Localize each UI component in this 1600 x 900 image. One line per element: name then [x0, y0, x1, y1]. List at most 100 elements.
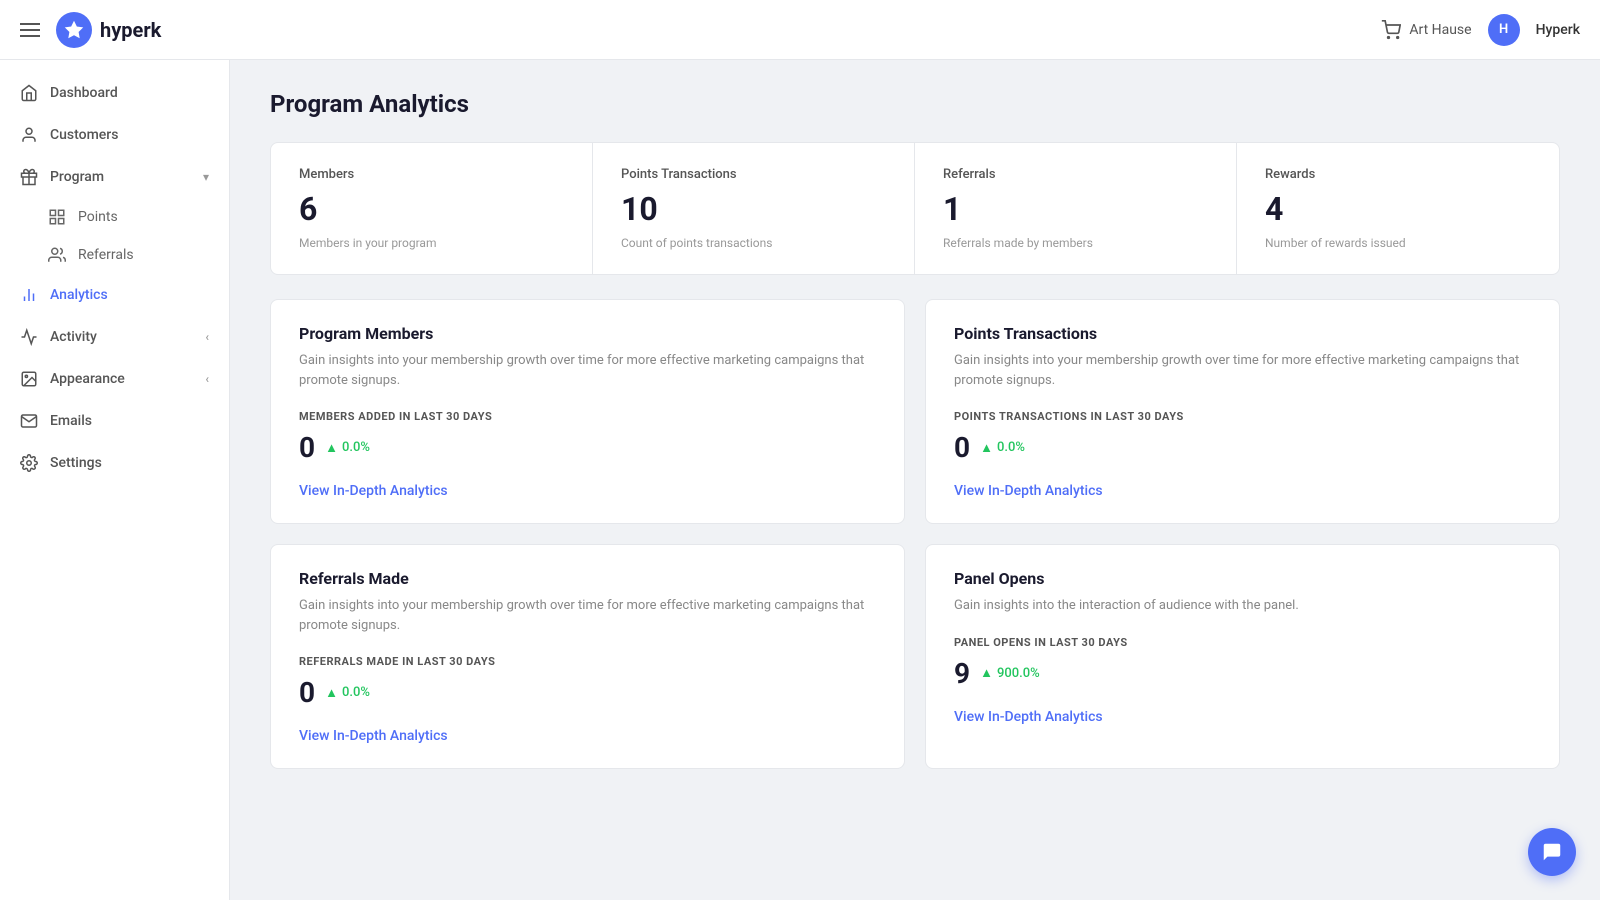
- sidebar-label-program: Program: [50, 169, 104, 185]
- analytics-count-program-members: 0: [299, 431, 315, 464]
- analytics-count-points-transactions: 0: [954, 431, 970, 464]
- analytics-trend-points-transactions: ▲ 0.0%: [980, 440, 1025, 456]
- sidebar-label-customers: Customers: [50, 127, 118, 143]
- analytics-link-panel-opens[interactable]: View In-Depth Analytics: [954, 709, 1103, 725]
- analytics-count-row-panel-opens: 9 ▲ 900.0%: [954, 657, 1531, 690]
- stat-label-points: Points Transactions: [621, 167, 886, 182]
- settings-icon: [20, 454, 38, 472]
- user-name: Hyperk: [1536, 22, 1580, 38]
- sidebar-label-referrals: Referrals: [78, 247, 134, 263]
- analytics-card-program-members: Program Members Gain insights into your …: [270, 299, 905, 524]
- home-icon: [20, 84, 38, 102]
- sidebar-label-settings: Settings: [50, 455, 102, 471]
- activity-icon: [20, 328, 38, 346]
- stat-label-rewards: Rewards: [1265, 167, 1531, 182]
- analytics-count-row-points-transactions: 0 ▲ 0.0%: [954, 431, 1531, 464]
- main-content: Program Analytics Members 6 Members in y…: [230, 60, 1600, 900]
- logo[interactable]: hyperk: [56, 12, 161, 48]
- layout: Dashboard Customers Program ▾ Points: [0, 0, 1600, 900]
- sidebar-item-analytics[interactable]: Analytics: [0, 274, 229, 316]
- analytics-trend-program-members: ▲ 0.0%: [325, 440, 370, 456]
- cart-icon: [1381, 20, 1401, 40]
- chevron-left-icon-2: ‹: [205, 372, 209, 386]
- stat-value-referrals: 1: [943, 190, 1208, 228]
- sidebar-label-appearance: Appearance: [50, 371, 125, 387]
- analytics-link-program-members[interactable]: View In-Depth Analytics: [299, 483, 448, 499]
- stat-card-points-transactions: Points Transactions 10 Count of points t…: [593, 143, 915, 274]
- chat-button[interactable]: [1528, 828, 1576, 876]
- user-icon: [20, 126, 38, 144]
- sidebar: Dashboard Customers Program ▾ Points: [0, 60, 230, 900]
- sidebar-item-settings[interactable]: Settings: [0, 442, 229, 484]
- logo-text: hyperk: [100, 18, 161, 42]
- analytics-title-panel-opens: Panel Opens: [954, 569, 1531, 588]
- header-left: hyperk: [20, 12, 161, 48]
- stat-card-rewards: Rewards 4 Number of rewards issued: [1237, 143, 1559, 274]
- stat-desc-members: Members in your program: [299, 236, 564, 250]
- logo-icon: [56, 12, 92, 48]
- header-right: Art Hause H Hyperk: [1381, 14, 1580, 46]
- store-info: Art Hause: [1381, 20, 1471, 40]
- sidebar-label-dashboard: Dashboard: [50, 85, 118, 101]
- trend-up-icon: ▲: [325, 440, 338, 456]
- stat-label-members: Members: [299, 167, 564, 182]
- sidebar-label-emails: Emails: [50, 413, 92, 429]
- sidebar-label-activity: Activity: [50, 329, 97, 345]
- stat-card-referrals: Referrals 1 Referrals made by members: [915, 143, 1237, 274]
- chevron-left-icon: ‹: [205, 330, 209, 344]
- user-avatar: H: [1488, 14, 1520, 46]
- mail-icon: [20, 412, 38, 430]
- analytics-trend-panel-opens: ▲ 900.0%: [980, 665, 1040, 681]
- analytics-count-referrals-made: 0: [299, 676, 315, 709]
- analytics-card-referrals-made: Referrals Made Gain insights into your m…: [270, 544, 905, 769]
- analytics-desc-panel-opens: Gain insights into the interaction of au…: [954, 596, 1531, 616]
- header: hyperk Art Hause H Hyperk: [0, 0, 1600, 60]
- sidebar-item-customers[interactable]: Customers: [0, 114, 229, 156]
- trend-up-icon-4: ▲: [980, 665, 993, 681]
- sidebar-item-program[interactable]: Program ▾: [0, 156, 229, 198]
- stats-row: Members 6 Members in your program Points…: [270, 142, 1560, 275]
- analytics-card-panel-opens: Panel Opens Gain insights into the inter…: [925, 544, 1560, 769]
- stat-value-points: 10: [621, 190, 886, 228]
- trend-up-icon-3: ▲: [325, 685, 338, 701]
- page-title: Program Analytics: [270, 90, 1560, 118]
- users-icon: [48, 246, 66, 264]
- trend-up-icon-2: ▲: [980, 440, 993, 456]
- gift-icon: [20, 168, 38, 186]
- sidebar-label-points: Points: [78, 209, 118, 225]
- analytics-link-points-transactions[interactable]: View In-Depth Analytics: [954, 483, 1103, 499]
- chevron-down-icon: ▾: [203, 170, 209, 184]
- analytics-period-referrals-made: REFERRALS MADE IN LAST 30 DAYS: [299, 655, 876, 668]
- stat-value-members: 6: [299, 190, 564, 228]
- grid-icon: [48, 208, 66, 226]
- sidebar-item-appearance[interactable]: Appearance ‹: [0, 358, 229, 400]
- analytics-count-panel-opens: 9: [954, 657, 970, 690]
- analytics-trend-referrals-made: ▲ 0.0%: [325, 685, 370, 701]
- store-name: Art Hause: [1409, 22, 1471, 38]
- analytics-title-points-transactions: Points Transactions: [954, 324, 1531, 343]
- analytics-period-panel-opens: PANEL OPENS IN LAST 30 DAYS: [954, 636, 1531, 649]
- analytics-link-referrals-made[interactable]: View In-Depth Analytics: [299, 728, 448, 744]
- analytics-title-program-members: Program Members: [299, 324, 876, 343]
- analytics-desc-referrals-made: Gain insights into your membership growt…: [299, 596, 876, 635]
- stat-label-referrals: Referrals: [943, 167, 1208, 182]
- sidebar-item-points[interactable]: Points: [0, 198, 229, 236]
- hamburger-button[interactable]: [20, 23, 40, 37]
- analytics-grid: Program Members Gain insights into your …: [270, 299, 1560, 769]
- analytics-period-program-members: MEMBERS ADDED IN LAST 30 DAYS: [299, 410, 876, 423]
- bar-chart-icon: [20, 286, 38, 304]
- stat-card-members: Members 6 Members in your program: [271, 143, 593, 274]
- sidebar-item-dashboard[interactable]: Dashboard: [0, 72, 229, 114]
- analytics-count-row-referrals-made: 0 ▲ 0.0%: [299, 676, 876, 709]
- sidebar-item-referrals[interactable]: Referrals: [0, 236, 229, 274]
- analytics-count-row-program-members: 0 ▲ 0.0%: [299, 431, 876, 464]
- analytics-desc-program-members: Gain insights into your membership growt…: [299, 351, 876, 390]
- sidebar-item-activity[interactable]: Activity ‹: [0, 316, 229, 358]
- appearance-icon: [20, 370, 38, 388]
- sidebar-item-emails[interactable]: Emails: [0, 400, 229, 442]
- analytics-desc-points-transactions: Gain insights into your membership growt…: [954, 351, 1531, 390]
- analytics-card-points-transactions: Points Transactions Gain insights into y…: [925, 299, 1560, 524]
- stat-value-rewards: 4: [1265, 190, 1531, 228]
- stat-desc-points: Count of points transactions: [621, 236, 886, 250]
- stat-desc-rewards: Number of rewards issued: [1265, 236, 1531, 250]
